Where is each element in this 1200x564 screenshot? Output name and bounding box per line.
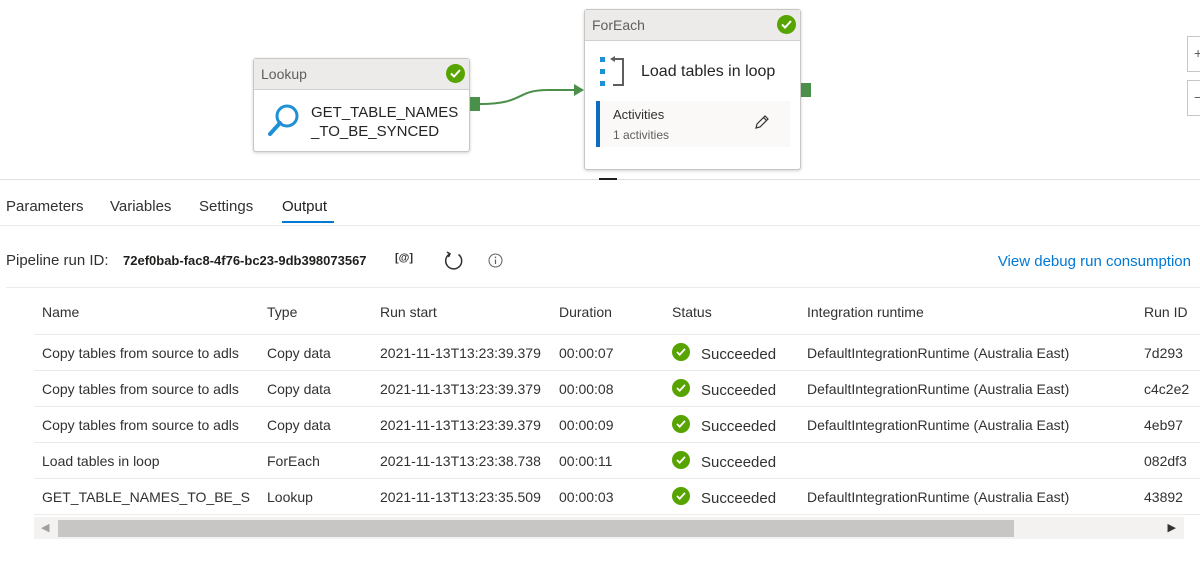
row-duration: 00:00:11 bbox=[559, 453, 613, 469]
copy-icon[interactable]: [@] bbox=[395, 252, 413, 264]
row-run-start: 2021-11-13T13:23:39.379 bbox=[380, 417, 541, 433]
column-header-run-id[interactable]: Run ID bbox=[1144, 304, 1188, 320]
foreach-activity-title: Load tables in loop bbox=[641, 63, 776, 80]
lookup-search-icon bbox=[268, 104, 299, 136]
row-type: Copy data bbox=[267, 381, 331, 397]
bottom-panel-tabs: Parameters Variables Settings Output bbox=[0, 186, 1200, 226]
tab-variables[interactable]: Variables bbox=[110, 198, 171, 215]
row-name[interactable]: GET_TABLE_NAMES_TO_BE_SYNC bbox=[42, 489, 250, 505]
succeeded-check-icon bbox=[777, 15, 796, 34]
row-status: Succeeded bbox=[701, 382, 777, 399]
table-row[interactable]: Load tables in loop ForEach 2021-11-13T1… bbox=[34, 443, 1200, 479]
scroll-left-arrow-icon[interactable]: ◀ bbox=[41, 521, 49, 534]
pipeline-canvas[interactable]: Lookup GET_TABLE_NAMES_TO_BE_SYNCED ForE… bbox=[0, 0, 1200, 180]
row-duration: 00:00:07 bbox=[559, 345, 614, 361]
pipeline-run-id: 72ef0bab-fac8-4f76-bc23-9db398073567 bbox=[123, 253, 367, 268]
row-status: Succeeded bbox=[701, 490, 777, 507]
row-type: ForEach bbox=[267, 453, 320, 469]
row-name[interactable]: Copy tables from source to adls bbox=[42, 345, 260, 361]
table-header-row: Name Type Run start Duration Status Inte… bbox=[34, 288, 1200, 335]
succeeded-status-icon bbox=[672, 379, 690, 397]
lookup-activity[interactable]: Lookup GET_TABLE_NAMES_TO_BE_SYNCED bbox=[253, 58, 470, 152]
splitter-grip[interactable] bbox=[599, 178, 617, 180]
zoom-out-button[interactable]: − bbox=[1187, 80, 1200, 116]
row-run-id[interactable]: 43892 bbox=[1144, 489, 1183, 505]
row-run-id[interactable]: 7d293 bbox=[1144, 345, 1183, 361]
row-type: Copy data bbox=[267, 417, 331, 433]
foreach-activity[interactable]: ForEach Load tables in loop Activities 1… bbox=[584, 9, 801, 170]
scroll-right-arrow-icon[interactable]: ▶ bbox=[1168, 521, 1176, 534]
foreach-activity-type: ForEach bbox=[592, 17, 645, 33]
scrollbar-thumb[interactable] bbox=[58, 520, 1014, 537]
row-run-id[interactable]: 082df3 bbox=[1144, 453, 1187, 469]
table-row[interactable]: Copy tables from source to adls Copy dat… bbox=[34, 407, 1200, 443]
succeeded-status-icon bbox=[672, 451, 690, 469]
column-header-status[interactable]: Status bbox=[672, 304, 712, 320]
pipeline-run-label: Pipeline run ID: bbox=[6, 252, 109, 269]
active-tab-indicator bbox=[282, 221, 334, 223]
horizontal-scrollbar[interactable]: ◀ ▶ bbox=[34, 517, 1184, 539]
row-integration-runtime: DefaultIntegrationRuntime (Australia Eas… bbox=[807, 489, 1070, 505]
row-run-id[interactable]: c4c2e2 bbox=[1144, 381, 1189, 397]
succeeded-check-icon bbox=[446, 64, 465, 83]
column-header-type[interactable]: Type bbox=[267, 304, 297, 320]
lookup-activity-type: Lookup bbox=[261, 66, 307, 82]
row-duration: 00:00:03 bbox=[559, 489, 614, 505]
row-name[interactable]: Load tables in loop bbox=[42, 453, 260, 469]
edit-pencil-icon[interactable] bbox=[754, 114, 770, 130]
column-header-name[interactable]: Name bbox=[42, 304, 79, 320]
tab-settings[interactable]: Settings bbox=[199, 198, 253, 215]
row-duration: 00:00:08 bbox=[559, 381, 614, 397]
row-name[interactable]: Copy tables from source to adls bbox=[42, 381, 260, 397]
row-run-start: 2021-11-13T13:23:39.379 bbox=[380, 381, 541, 397]
tab-output[interactable]: Output bbox=[282, 198, 327, 215]
foreach-loop-icon bbox=[600, 56, 624, 86]
row-integration-runtime: DefaultIntegrationRuntime (Australia Eas… bbox=[807, 345, 1070, 361]
foreach-activities-box[interactable]: Activities 1 activities bbox=[596, 101, 790, 147]
succeeded-status-icon bbox=[672, 343, 690, 361]
tab-parameters[interactable]: Parameters bbox=[6, 198, 84, 215]
row-integration-runtime: DefaultIntegrationRuntime (Australia Eas… bbox=[807, 381, 1070, 397]
activity-runs-table: Name Type Run start Duration Status Inte… bbox=[6, 287, 1200, 517]
zoom-in-button[interactable]: + bbox=[1187, 36, 1200, 72]
lookup-output-port[interactable] bbox=[470, 97, 480, 111]
lookup-activity-title: GET_TABLE_NAMES_TO_BE_SYNCED bbox=[311, 104, 459, 140]
activities-label: Activities bbox=[613, 107, 665, 122]
foreach-output-port[interactable] bbox=[801, 83, 811, 97]
table-row[interactable]: GET_TABLE_NAMES_TO_BE_SYNC Lookup 2021-1… bbox=[34, 479, 1200, 515]
table-row[interactable]: Copy tables from source to adls Copy dat… bbox=[34, 335, 1200, 371]
column-header-run-start[interactable]: Run start bbox=[380, 304, 437, 320]
row-run-start: 2021-11-13T13:23:35.509 bbox=[380, 489, 541, 505]
row-run-id[interactable]: 4eb97 bbox=[1144, 417, 1183, 433]
row-status: Succeeded bbox=[701, 418, 777, 435]
info-icon[interactable] bbox=[488, 253, 503, 268]
column-header-integration-runtime[interactable]: Integration runtime bbox=[807, 304, 924, 320]
column-header-duration[interactable]: Duration bbox=[559, 304, 612, 320]
row-type: Lookup bbox=[267, 489, 313, 505]
row-status: Succeeded bbox=[701, 454, 777, 471]
row-name[interactable]: Copy tables from source to adls bbox=[42, 417, 260, 433]
row-duration: 00:00:09 bbox=[559, 417, 614, 433]
view-debug-run-consumption-link[interactable]: View debug run consumption bbox=[998, 253, 1191, 270]
table-row[interactable]: Copy tables from source to adls Copy dat… bbox=[34, 371, 1200, 407]
succeeded-status-icon bbox=[672, 415, 690, 433]
row-integration-runtime: DefaultIntegrationRuntime (Australia Eas… bbox=[807, 417, 1070, 433]
refresh-icon[interactable] bbox=[443, 250, 465, 272]
row-type: Copy data bbox=[267, 345, 331, 361]
row-run-start: 2021-11-13T13:23:38.738 bbox=[380, 453, 541, 469]
row-status: Succeeded bbox=[701, 346, 777, 363]
activities-count: 1 activities bbox=[613, 128, 670, 142]
row-run-start: 2021-11-13T13:23:39.379 bbox=[380, 345, 541, 361]
succeeded-status-icon bbox=[672, 487, 690, 505]
